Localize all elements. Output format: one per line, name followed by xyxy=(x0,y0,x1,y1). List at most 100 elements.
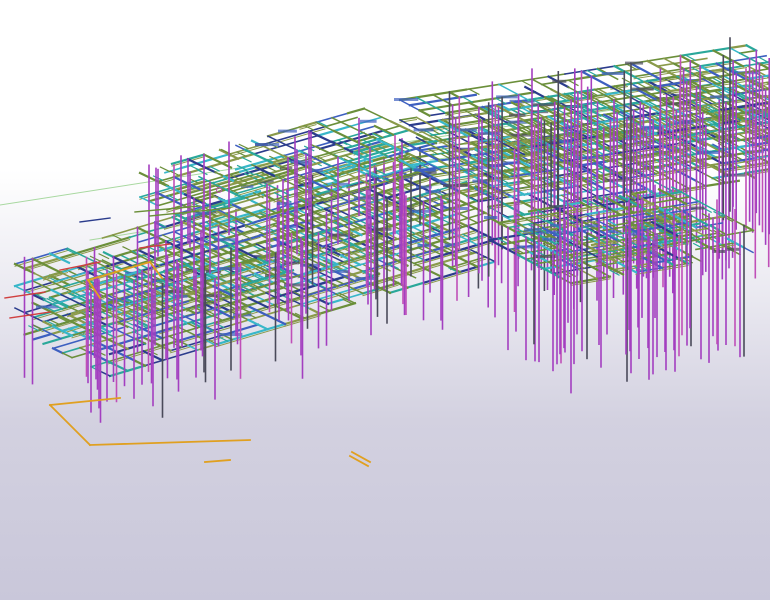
beam xyxy=(358,125,376,132)
accent-member xyxy=(350,450,372,464)
deck-panel xyxy=(330,270,349,273)
deck-panel xyxy=(625,61,644,65)
beam xyxy=(116,342,129,351)
accent-member xyxy=(348,454,370,468)
deck-panel xyxy=(195,211,210,215)
deck-panel xyxy=(360,119,377,123)
accent-member xyxy=(204,459,231,463)
beam xyxy=(319,305,331,312)
beam xyxy=(189,164,200,171)
deck-panel xyxy=(278,129,297,133)
deck-panel xyxy=(552,79,567,83)
beam xyxy=(247,296,269,309)
beam xyxy=(177,317,190,325)
beam xyxy=(14,247,69,265)
beam xyxy=(134,359,147,368)
deck-panel xyxy=(631,87,654,91)
beam xyxy=(344,154,355,161)
deck-panel xyxy=(217,333,243,336)
deck-panel xyxy=(601,72,625,75)
deck-panel xyxy=(409,209,433,213)
beam xyxy=(334,292,357,305)
deck-panel xyxy=(413,168,436,172)
beam xyxy=(619,110,632,119)
deck-panel xyxy=(532,103,556,107)
beam xyxy=(428,112,447,117)
beam xyxy=(42,320,55,328)
beam xyxy=(690,255,703,263)
deck-panel xyxy=(689,206,705,210)
beam xyxy=(373,124,395,137)
beam xyxy=(642,100,656,109)
beam xyxy=(422,266,444,279)
beam xyxy=(159,339,180,348)
deck-panel xyxy=(712,250,727,253)
beam xyxy=(383,124,401,132)
deck-panel xyxy=(394,98,419,101)
deck-panel xyxy=(217,267,243,270)
deck-panel xyxy=(725,247,741,251)
beam xyxy=(61,351,74,359)
beam xyxy=(321,160,333,167)
beam xyxy=(541,83,553,91)
beam xyxy=(437,159,451,168)
deck-panel xyxy=(413,128,434,132)
deck-panel xyxy=(255,143,280,147)
deck-panel xyxy=(509,113,526,117)
beam xyxy=(274,317,287,326)
beam xyxy=(51,346,64,355)
beam xyxy=(476,260,497,269)
beam xyxy=(32,332,53,341)
accent-member xyxy=(79,217,111,223)
beam xyxy=(122,245,134,253)
beam xyxy=(314,121,336,133)
beam xyxy=(711,156,724,165)
beam xyxy=(159,166,171,173)
beam xyxy=(745,43,758,53)
beam xyxy=(659,205,674,210)
deck-panel xyxy=(515,245,540,249)
beam xyxy=(351,207,364,214)
beam xyxy=(330,116,343,124)
beam xyxy=(461,96,474,103)
beam xyxy=(339,121,352,128)
beam xyxy=(273,191,285,198)
beam xyxy=(738,49,758,55)
beam xyxy=(342,141,354,148)
beam xyxy=(567,79,579,87)
deck-panel xyxy=(533,255,559,258)
beam xyxy=(66,269,79,277)
accent-member xyxy=(48,403,92,447)
accent-member xyxy=(49,397,121,406)
beam xyxy=(593,86,612,91)
beam xyxy=(448,90,461,99)
deck-panel xyxy=(585,224,600,228)
beam xyxy=(362,107,393,123)
beam xyxy=(346,107,366,115)
beam xyxy=(623,67,642,73)
deck-panel xyxy=(524,228,541,232)
beam xyxy=(266,166,278,173)
deck-panel xyxy=(472,179,488,183)
model-viewport[interactable] xyxy=(0,0,770,600)
beam xyxy=(662,57,675,65)
beam xyxy=(742,246,755,254)
beam xyxy=(99,370,112,378)
beam xyxy=(520,79,533,87)
beam xyxy=(40,328,63,340)
deck-panel xyxy=(546,230,571,234)
beam xyxy=(247,318,269,331)
beam xyxy=(630,215,642,222)
beam xyxy=(50,288,63,297)
deck-panel xyxy=(425,190,441,194)
structural-model-3d[interactable] xyxy=(0,0,770,600)
beam xyxy=(645,167,658,175)
accent-member xyxy=(89,439,251,446)
beam xyxy=(495,97,507,105)
beam xyxy=(728,44,748,50)
beam xyxy=(599,271,611,278)
beam xyxy=(213,171,226,178)
beam xyxy=(757,56,769,64)
deck-panel xyxy=(710,95,727,99)
beam xyxy=(241,156,252,163)
